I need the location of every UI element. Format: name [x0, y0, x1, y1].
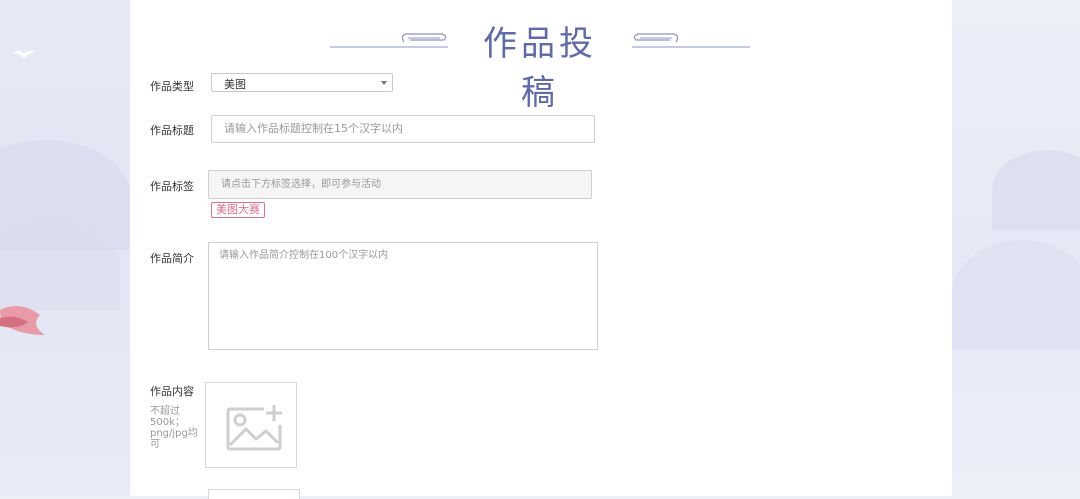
title-banner: 作品投稿	[330, 14, 750, 113]
bird-icon	[12, 50, 36, 58]
upload-box[interactable]	[205, 382, 297, 468]
right-background	[952, 0, 1080, 496]
cloud-left-icon	[330, 33, 448, 48]
heading-input[interactable]: 请输入作品标题控制在15个汉字以内	[211, 115, 595, 143]
tags-label: 作品标签	[150, 180, 194, 193]
image-add-icon	[226, 405, 282, 451]
mountain-shape	[952, 240, 1080, 350]
heading-label: 作品标题	[150, 124, 194, 137]
type-select-value: 美图	[224, 78, 246, 91]
content-label: 作品内容	[150, 385, 194, 398]
tag-option[interactable]: 美图大赛	[211, 202, 265, 218]
tags-input[interactable]: 请点击下方标签选择，即可参与活动	[208, 170, 592, 199]
chevron-down-icon	[381, 81, 387, 85]
mountain-shape	[992, 150, 1080, 230]
submission-panel: 作品投稿 作品类型 美图 作品标题 请输入作品标题控制在15个汉字以内 作品标签…	[130, 0, 952, 499]
intro-label: 作品简介	[150, 252, 194, 265]
heading-placeholder: 请输入作品标题控制在15个汉字以内	[224, 122, 403, 135]
next-upload-box[interactable]	[208, 489, 300, 499]
page-title: 作品投稿	[483, 24, 597, 113]
tags-placeholder: 请点击下方标签选择，即可参与活动	[221, 179, 381, 190]
type-label: 作品类型	[150, 80, 194, 93]
left-background	[0, 0, 130, 496]
intro-textarea[interactable]: 请输入作品简介控制在100个汉字以内	[208, 242, 598, 350]
type-select[interactable]: 美图	[211, 73, 393, 92]
cloud-right-icon	[632, 33, 750, 48]
content-hint: 不超过500k；png/jpg均可	[150, 406, 198, 450]
intro-placeholder: 请输入作品简介控制在100个汉字以内	[219, 250, 389, 261]
blossom-icon	[0, 306, 45, 335]
